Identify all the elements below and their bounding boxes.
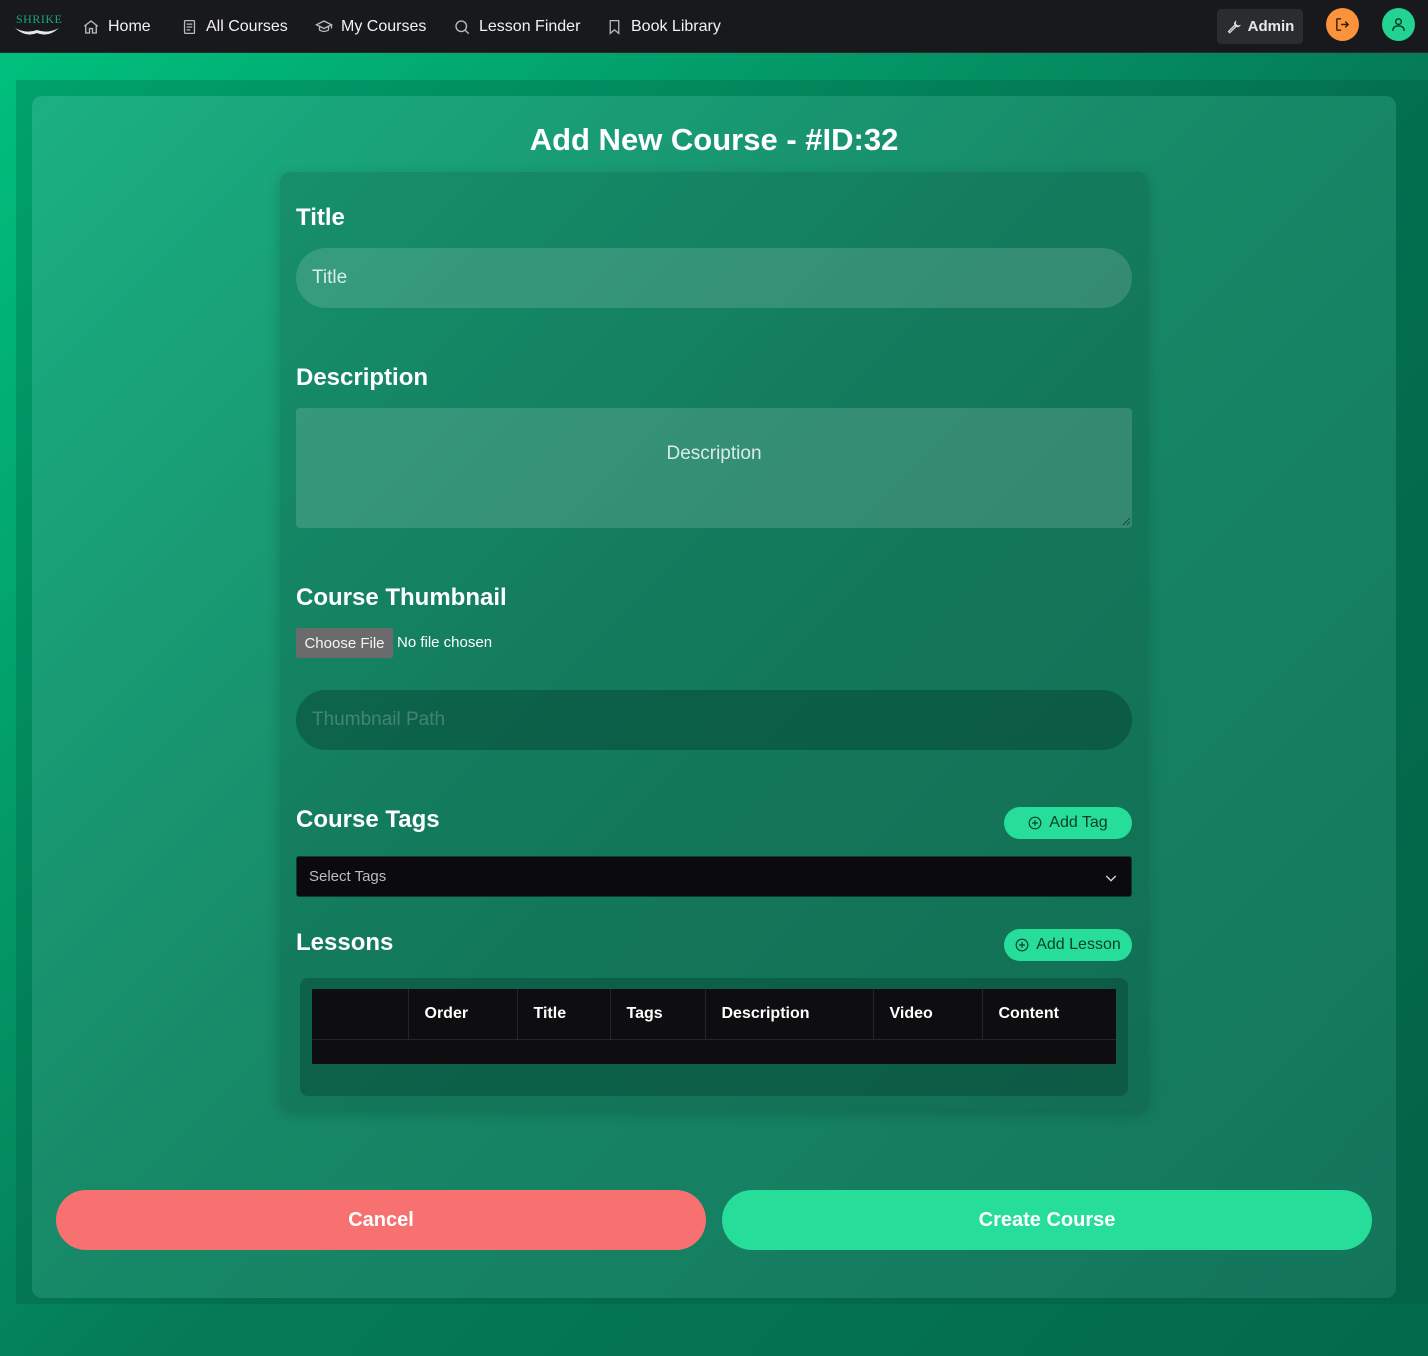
logout-button[interactable] [1326,8,1359,41]
add-lesson-label: Add Lesson [1036,936,1121,953]
add-tag-button[interactable]: Add Tag [1004,807,1132,839]
nav-home-label: Home [108,18,151,35]
choose-file-button[interactable]: Choose File [296,628,393,658]
page-title: Add New Course - #ID:32 [529,122,899,157]
tags-label: Course Tags [296,806,440,833]
column-header-content[interactable]: Content [982,989,1116,1040]
nav-my-courses[interactable]: My Courses [315,15,426,39]
lessons-label: Lessons [296,929,394,956]
document-icon [183,19,196,35]
create-course-button[interactable]: Create Course [722,1190,1372,1250]
home-icon [83,20,99,34]
table-empty-row [312,1039,1116,1064]
lessons-table: Order Title Tags Description Video Conte… [312,989,1116,1064]
table-header-row: Order Title Tags Description Video Conte… [312,989,1116,1040]
thumbnail-label: Course Thumbnail [296,584,507,611]
nav-book-library-label: Book Library [631,18,721,35]
column-header [312,989,409,1040]
tags-select-placeholder: Select Tags [309,868,387,885]
nav-home[interactable]: Home [82,15,151,39]
thumbnail-path-input[interactable] [296,690,1132,750]
cancel-button[interactable]: Cancel [56,1190,706,1250]
admin-button[interactable]: Admin [1217,9,1303,44]
user-icon [1392,18,1405,31]
column-header-description[interactable]: Description [705,989,874,1040]
description-textarea[interactable] [296,408,1132,528]
plus-circle-icon [1015,938,1029,952]
graduation-cap-icon [315,20,333,33]
resize-grip-icon[interactable] [1122,517,1131,526]
search-icon [455,20,470,35]
chevron-down-icon [1105,875,1117,882]
logo-text: SHRIKE [16,12,63,26]
bird-wing-icon [15,28,59,35]
nav-my-courses-label: My Courses [341,18,427,35]
column-header-tags[interactable]: Tags [610,989,706,1040]
description-label: Description [296,364,429,391]
top-navbar: SHRIKE Home All Courses My Courses Lesso… [0,0,1428,53]
nav-lesson-finder[interactable]: Lesson Finder [453,15,580,39]
wrench-icon [1227,20,1241,34]
title-input[interactable] [296,248,1132,308]
add-lesson-button[interactable]: Add Lesson [1004,929,1132,961]
user-profile-button[interactable] [1382,8,1415,41]
add-tag-label: Add Tag [1049,814,1108,831]
nav-book-library[interactable]: Book Library [606,15,721,39]
plus-circle-icon [1028,816,1042,830]
admin-label: Admin [1247,18,1295,35]
file-status-text: No file chosen [397,634,493,651]
logout-icon [1336,18,1350,31]
column-header-order[interactable]: Order [408,989,518,1040]
nav-lesson-finder-label: Lesson Finder [479,18,581,35]
bookmark-icon [609,19,620,35]
shrike-logo[interactable]: SHRIKE [14,12,62,40]
column-header-video[interactable]: Video [873,989,983,1040]
nav-all-courses[interactable]: All Courses [181,15,288,39]
column-header-title[interactable]: Title [517,989,611,1040]
tags-select[interactable]: Select Tags [296,856,1132,897]
nav-all-courses-label: All Courses [206,18,288,35]
title-label: Title [296,204,345,231]
